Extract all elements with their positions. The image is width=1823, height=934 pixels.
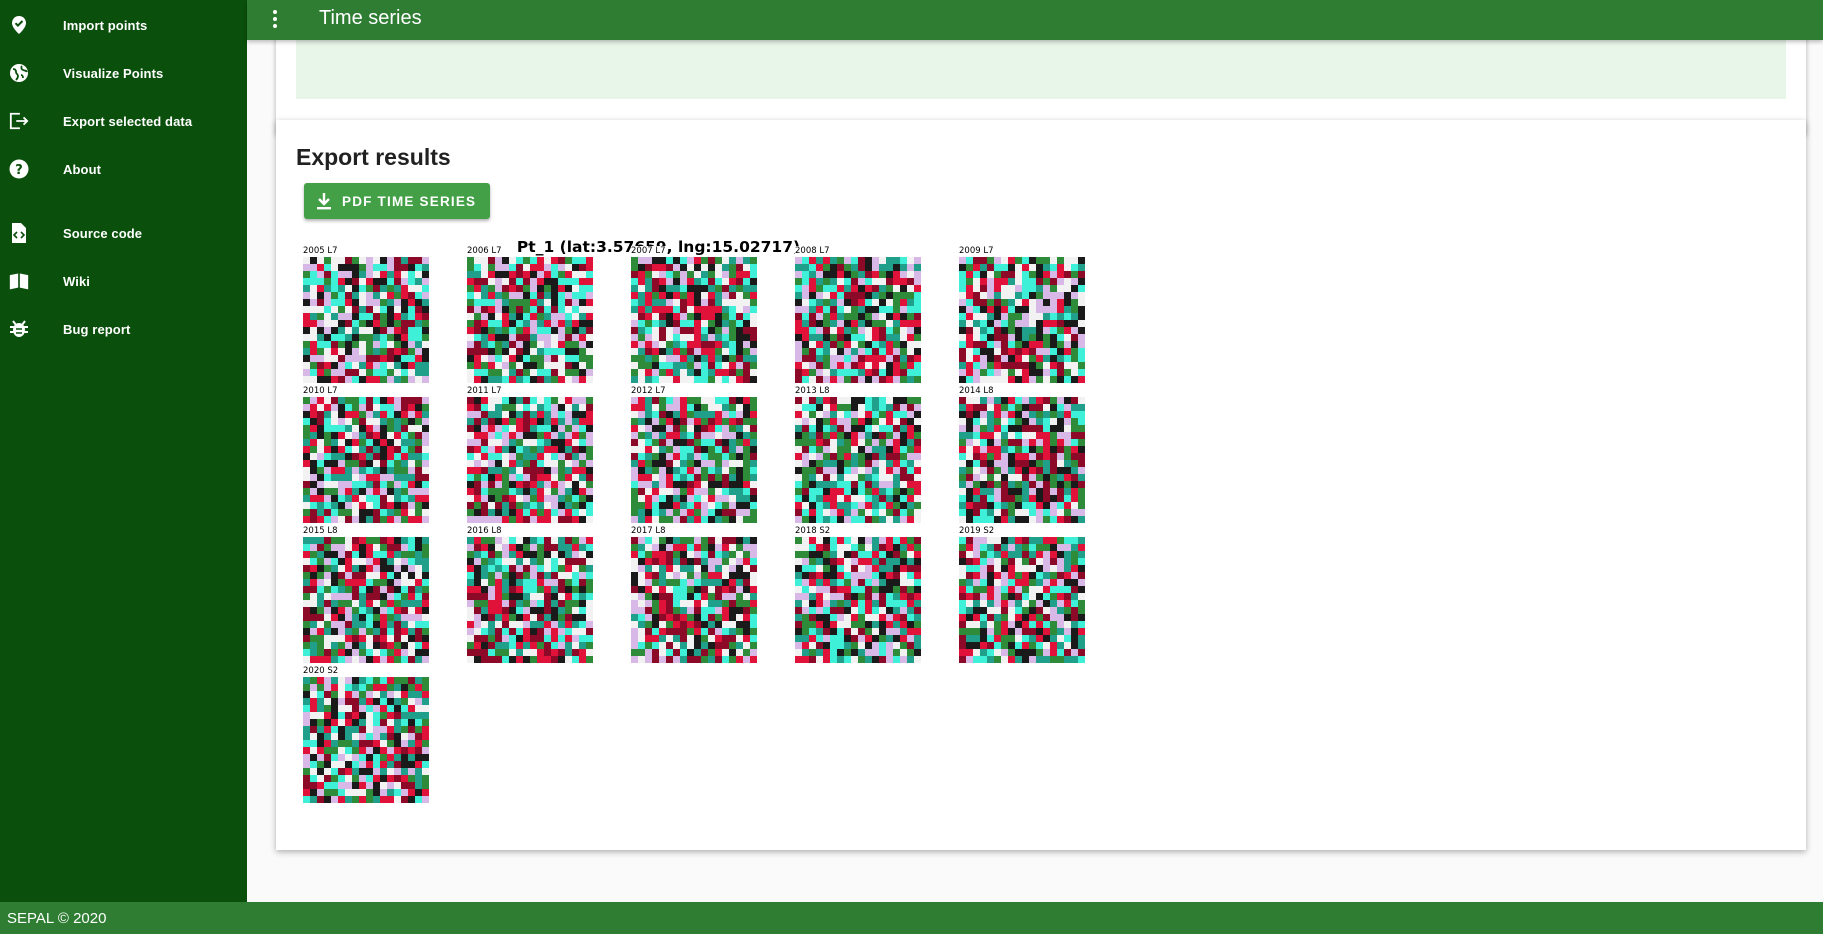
export-results-card: Export results PDF TIME SERIES Pt_1 (lat… bbox=[276, 120, 1806, 850]
thumbnail: 2005 L7 bbox=[303, 246, 429, 384]
pdf-button-label: PDF TIME SERIES bbox=[342, 193, 477, 209]
thumbnail: 2016 L8 bbox=[467, 526, 593, 664]
satellite-image bbox=[631, 257, 757, 383]
sidebar-item-label: Wiki bbox=[63, 273, 91, 289]
satellite-image bbox=[303, 677, 429, 803]
sidebar-item-label: Source code bbox=[63, 225, 143, 241]
satellite-image bbox=[959, 257, 1085, 383]
sidebar-item-bug-report[interactable]: Bug report bbox=[0, 307, 247, 351]
pdf-time-series-button[interactable]: PDF TIME SERIES bbox=[304, 183, 490, 219]
download-icon bbox=[317, 193, 331, 210]
globe-icon bbox=[9, 63, 29, 83]
app-title: Time series bbox=[319, 7, 422, 29]
sidebar-item-wiki[interactable]: Wiki bbox=[0, 259, 247, 303]
book-open-icon bbox=[9, 271, 29, 291]
sidebar-item-export-selected-data[interactable]: Export selected data bbox=[0, 99, 247, 143]
thumbnail: 2013 L8 bbox=[795, 386, 921, 524]
thumbnail: 2010 L7 bbox=[303, 386, 429, 524]
thumbnail-label: 2006 L7 bbox=[467, 246, 504, 257]
section-title: Export results bbox=[296, 144, 451, 170]
thumbnail-label: 2011 L7 bbox=[467, 386, 504, 397]
thumbnail-label: 2019 S2 bbox=[959, 526, 997, 537]
svg-text:?: ? bbox=[15, 163, 23, 178]
thumbnail: 2019 S2 bbox=[959, 526, 1085, 664]
satellite-image bbox=[959, 397, 1085, 523]
thumbnail-label: 2013 L8 bbox=[795, 386, 832, 397]
sidebar-item-label: Import points bbox=[63, 17, 148, 33]
sidebar-item-label: Bug report bbox=[63, 321, 131, 337]
thumbnail: 2015 L8 bbox=[303, 526, 429, 664]
more-vert-icon[interactable] bbox=[269, 8, 281, 30]
thumbnail-label: 2010 L7 bbox=[303, 386, 340, 397]
main-content: Export results PDF TIME SERIES Pt_1 (lat… bbox=[247, 40, 1823, 902]
sidebar-item-visualize-points[interactable]: Visualize Points bbox=[0, 51, 247, 95]
satellite-image bbox=[795, 257, 921, 383]
thumbnail: 2014 L8 bbox=[959, 386, 1085, 524]
thumbnail: 2017 L8 bbox=[631, 526, 757, 664]
satellite-image bbox=[467, 257, 593, 383]
thumbnail-label: 2020 S2 bbox=[303, 666, 341, 677]
map-marker-check-icon bbox=[9, 15, 29, 35]
help-circle-icon: ? bbox=[9, 159, 29, 179]
file-code-icon bbox=[9, 223, 29, 243]
sidebar-item-about[interactable]: ? About bbox=[0, 147, 247, 191]
info-strip bbox=[296, 40, 1786, 99]
satellite-image bbox=[303, 257, 429, 383]
sidebar-item-source-code[interactable]: Source code bbox=[0, 211, 247, 255]
sidebar: Import points Visualize Points Export se… bbox=[0, 0, 247, 902]
sidebar-item-label: Export selected data bbox=[63, 113, 193, 129]
sidebar-item-import-points[interactable]: Import points bbox=[0, 3, 247, 47]
thumbnail-label: 2015 L8 bbox=[303, 526, 340, 537]
satellite-image bbox=[795, 397, 921, 523]
thumbnail: 2009 L7 bbox=[959, 246, 1085, 384]
satellite-image bbox=[795, 537, 921, 663]
satellite-image bbox=[631, 397, 757, 523]
thumbnail-label: 2012 L7 bbox=[631, 386, 668, 397]
satellite-image bbox=[959, 537, 1085, 663]
satellite-image bbox=[303, 397, 429, 523]
thumbnail: 2018 S2 bbox=[795, 526, 921, 664]
thumbnail: 2011 L7 bbox=[467, 386, 593, 524]
export-icon bbox=[9, 111, 29, 131]
time-series-figure: Pt_1 (lat:3.57659, lng:15.02717) 2005 L7… bbox=[296, 224, 1085, 803]
thumbnail-label: 2008 L7 bbox=[795, 246, 832, 257]
thumbnail-label: 2014 L8 bbox=[959, 386, 996, 397]
satellite-image bbox=[631, 537, 757, 663]
thumbnail-label: 2018 S2 bbox=[795, 526, 833, 537]
footer: SEPAL © 2020 bbox=[0, 902, 1823, 934]
thumbnail-label: 2007 L7 bbox=[631, 246, 668, 257]
satellite-image bbox=[467, 397, 593, 523]
thumbnail: 2012 L7 bbox=[631, 386, 757, 524]
thumbnail: 2020 S2 bbox=[303, 666, 429, 804]
thumbnail-label: 2009 L7 bbox=[959, 246, 996, 257]
sidebar-item-label: Visualize Points bbox=[63, 65, 164, 81]
thumbnail: 2006 L7 bbox=[467, 246, 593, 384]
sidebar-item-label: About bbox=[63, 161, 102, 177]
bug-icon bbox=[9, 319, 29, 339]
thumbnail-label: 2016 L8 bbox=[467, 526, 504, 537]
thumbnail-label: 2005 L7 bbox=[303, 246, 340, 257]
satellite-image bbox=[303, 537, 429, 663]
thumbnail: 2008 L7 bbox=[795, 246, 921, 384]
app-bar: Time series bbox=[247, 0, 1823, 40]
thumbnail: 2007 L7 bbox=[631, 246, 757, 384]
thumbnail-label: 2017 L8 bbox=[631, 526, 668, 537]
satellite-image bbox=[467, 537, 593, 663]
